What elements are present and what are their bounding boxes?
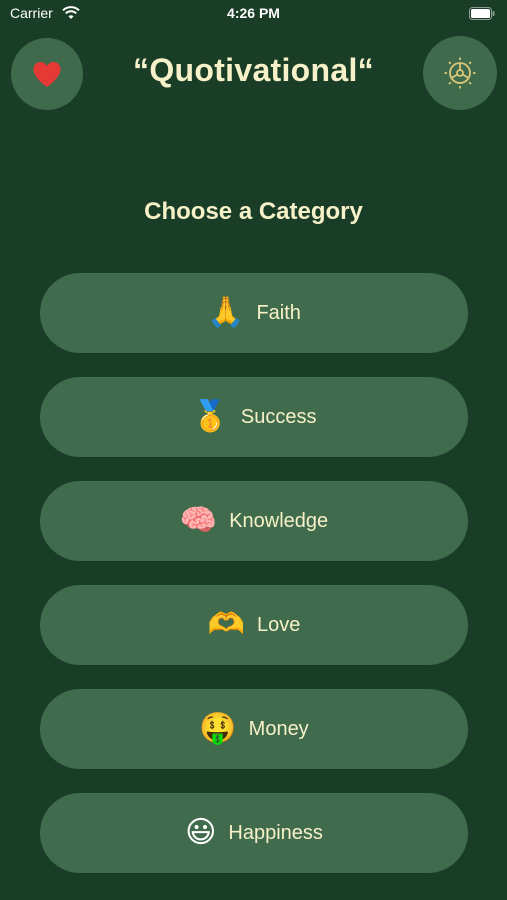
category-button-love[interactable]: 🫶 Love	[40, 585, 468, 665]
category-label: Money	[248, 717, 309, 740]
clock: 4:26 PM	[227, 5, 280, 21]
smiley-icon: 😃	[185, 815, 217, 850]
category-button-money[interactable]: 🤑 Money	[40, 689, 468, 769]
money-face-icon: 🤑	[199, 711, 237, 746]
category-button-happiness[interactable]: 😃 Happiness	[40, 793, 468, 873]
category-label: Success	[240, 405, 317, 428]
gear-icon	[444, 57, 476, 89]
category-button-knowledge[interactable]: 🧠 Knowledge	[40, 481, 468, 561]
category-label: Knowledge	[229, 509, 329, 532]
category-button-success[interactable]: 🥇 Success	[40, 377, 468, 457]
praying-hands-icon: 🙏	[207, 295, 245, 330]
brain-icon: 🧠	[179, 503, 218, 538]
status-bar: Carrier 4:26 PM	[0, 0, 507, 28]
category-label: Faith	[256, 301, 301, 324]
category-label: Love	[256, 613, 301, 636]
category-label: Happiness	[228, 821, 323, 844]
heart-hands-icon: 🫶	[207, 607, 245, 642]
battery-icon	[469, 7, 495, 20]
category-list: 🙏 Faith 🥇 Success 🧠 Knowledge 🫶 Love 🤑 M…	[40, 273, 468, 897]
choose-category-heading: Choose a Category	[144, 198, 363, 225]
category-button-faith[interactable]: 🙏 Faith	[40, 273, 468, 353]
medal-icon: 🥇	[191, 399, 229, 434]
settings-button[interactable]	[423, 36, 497, 110]
